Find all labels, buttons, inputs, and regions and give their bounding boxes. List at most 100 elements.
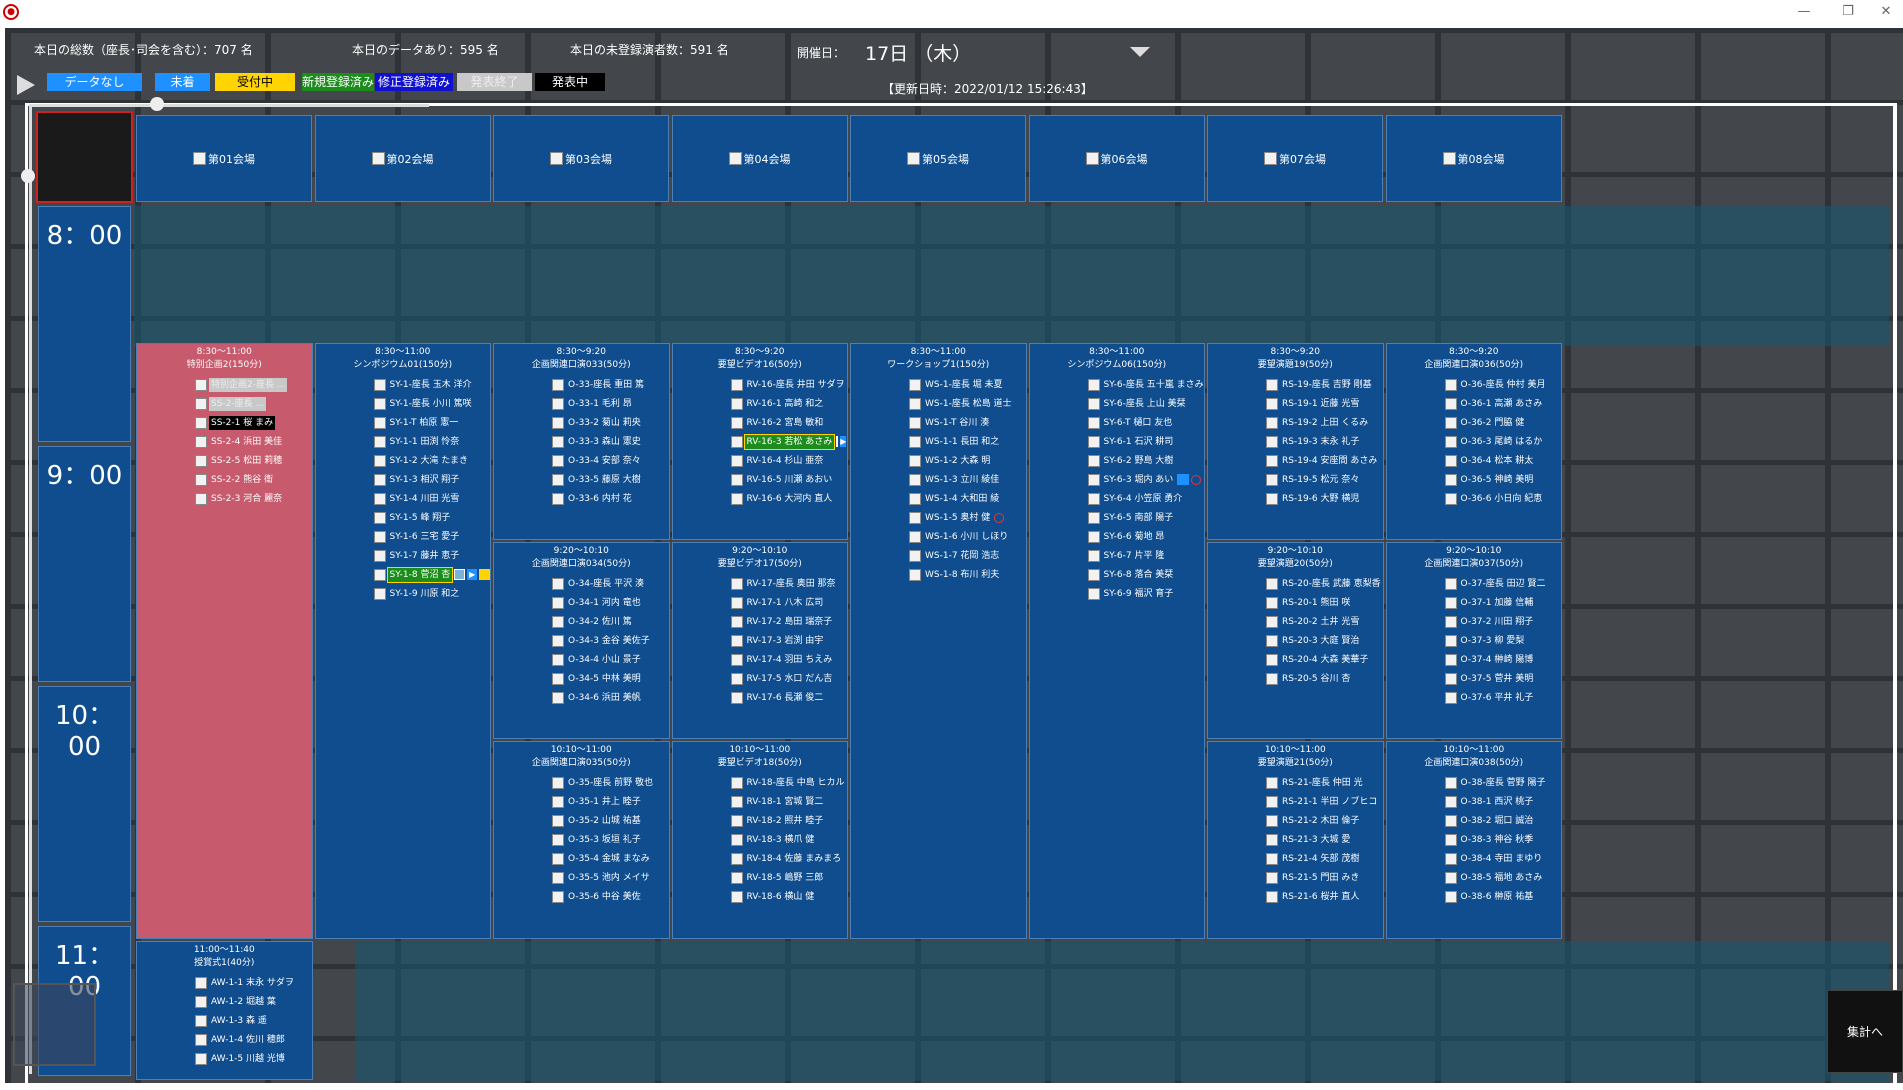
presenter-checkbox[interactable] — [195, 1052, 207, 1065]
presenter-item[interactable]: RV-17-6 長瀬 俊二 — [730, 688, 848, 707]
presenter-item[interactable]: RV-18-6 横山 健 — [730, 887, 848, 906]
presenter-item[interactable]: SY-6-6 菊地 昂 — [1087, 527, 1205, 546]
presenter-item[interactable]: SS-2-4 浜田 美佳 — [195, 432, 312, 451]
presenter-item[interactable]: O-38-座長 菅野 陽子 — [1444, 773, 1562, 792]
presenter-item[interactable]: SY-6-5 南部 陽子 — [1087, 508, 1205, 527]
presenter-checkbox[interactable] — [909, 473, 921, 486]
presenter-checkbox[interactable] — [552, 672, 564, 685]
presenter-item[interactable]: O-37-3 柳 愛梨 — [1444, 631, 1562, 650]
presenter-checkbox[interactable] — [373, 530, 386, 543]
presenter-checkbox[interactable] — [730, 890, 743, 903]
presenter-item[interactable]: SY-1-9 川原 和之 — [373, 584, 491, 603]
presenter-item[interactable]: AW-1-5 川越 光博 — [195, 1049, 312, 1068]
presenter-checkbox[interactable] — [552, 416, 564, 429]
presenter-checkbox[interactable] — [730, 596, 743, 609]
presenter-item[interactable]: 特別企画2-座長 ... — [195, 375, 312, 394]
presenter-item[interactable]: SY-6-9 福沢 育子 — [1087, 584, 1205, 603]
presenter-checkbox[interactable] — [373, 378, 386, 391]
session-block[interactable]: 8:30〜9:20 要望演題19(50分) RS-19-座長 吉野 剛基 RS-19-… — [1207, 343, 1384, 540]
venue-checkbox[interactable] — [550, 152, 563, 165]
presenter-item[interactable]: RS-19-1 近藤 光雪 — [1266, 394, 1383, 413]
presenter-checkbox[interactable] — [1444, 596, 1457, 609]
presenter-checkbox[interactable] — [1266, 378, 1278, 391]
presenter-item[interactable]: WS-1-6 小川 しほり — [909, 527, 1026, 546]
presenter-checkbox[interactable] — [909, 435, 921, 448]
presenter-item[interactable]: RV-17-4 羽田 ちえみ — [730, 650, 848, 669]
presenter-item[interactable]: SY-6-1 石沢 耕司 — [1087, 432, 1205, 451]
presenter-checkbox[interactable] — [195, 454, 207, 467]
presenter-item[interactable]: O-36-3 尾崎 はるか — [1444, 432, 1562, 451]
presenter-checkbox[interactable] — [730, 454, 743, 467]
presenter-item[interactable]: RS-20-5 谷川 杏 — [1266, 669, 1383, 688]
presenter-item[interactable]: RV-17-2 島田 瑞奈子 — [730, 612, 848, 631]
presenter-item[interactable]: RS-20-2 土井 光雪 — [1266, 612, 1383, 631]
presenter-checkbox[interactable] — [552, 596, 564, 609]
presenter-item[interactable]: SY-6-座長 五十嵐 まさみ — [1087, 375, 1205, 394]
presenter-checkbox[interactable] — [373, 397, 386, 410]
venue-header-4[interactable]: 第04会場 — [671, 115, 848, 202]
presenter-checkbox[interactable] — [1087, 549, 1100, 562]
presenter-item[interactable]: O-34-3 金谷 美佐子 — [552, 631, 669, 650]
presenter-item[interactable]: O-34-2 佐川 篤 — [552, 612, 669, 631]
presenter-checkbox[interactable] — [1266, 435, 1278, 448]
presenter-item[interactable]: SY-1-4 川田 光雪 — [373, 489, 491, 508]
presenter-checkbox[interactable] — [552, 577, 564, 590]
presenter-checkbox[interactable] — [1444, 890, 1457, 903]
session-block[interactable]: 8:30〜9:20 要望ビデオ16(50分) RV-16-座長 井田 サダヲ RV-1… — [671, 343, 848, 540]
chevron-down-icon[interactable] — [1130, 47, 1150, 57]
presenter-item[interactable]: RV-18-3 横爪 健 — [730, 830, 848, 849]
presenter-item[interactable]: O-35-1 井上 睦子 — [552, 792, 669, 811]
presenter-item[interactable]: RS-20-4 大森 美華子 — [1266, 650, 1383, 669]
session-block[interactable]: 10:10〜11:00 要望ビデオ18(50分) RV-18-座長 中島 ヒカル RV… — [671, 741, 848, 939]
presenter-item[interactable]: RV-18-座長 中島 ヒカル — [730, 773, 848, 792]
presenter-checkbox[interactable] — [730, 577, 743, 590]
presenter-item[interactable]: O-37-5 菅井 美明 — [1444, 669, 1562, 688]
presenter-checkbox[interactable] — [552, 615, 564, 628]
session-block[interactable]: 8:30〜9:20 企画関連口演036(50分) O-36-座長 仲村 美月 O-36… — [1385, 343, 1562, 540]
presenter-item[interactable]: WS-1-3 立川 綾佳 — [909, 470, 1026, 489]
zoom-slider-handle[interactable] — [150, 97, 164, 111]
presenter-checkbox[interactable] — [373, 568, 386, 581]
presenter-item[interactable]: O-35-6 中谷 美佐 — [552, 887, 669, 906]
presenter-checkbox[interactable] — [1444, 634, 1457, 647]
presenter-checkbox[interactable] — [373, 416, 386, 429]
presenter-checkbox[interactable] — [1444, 776, 1457, 789]
presenter-checkbox[interactable] — [1087, 511, 1100, 524]
presenter-item[interactable]: O-38-3 神谷 秋季 — [1444, 830, 1562, 849]
presenter-checkbox[interactable] — [1087, 378, 1100, 391]
venue-checkbox[interactable] — [1085, 152, 1099, 165]
play-icon[interactable]: ▶ — [840, 436, 847, 447]
presenter-checkbox[interactable] — [552, 890, 564, 903]
presenter-checkbox[interactable] — [195, 473, 207, 486]
presenter-item[interactable]: O-38-4 寺田 まゆり — [1444, 849, 1562, 868]
venue-checkbox[interactable] — [1264, 152, 1277, 165]
presenter-item[interactable]: RV-16-6 大河内 直人 — [730, 489, 848, 508]
presenter-item[interactable]: WS-1-1 長田 和之 — [909, 432, 1026, 451]
presenter-checkbox[interactable] — [730, 473, 743, 486]
presenter-checkbox[interactable] — [1266, 890, 1278, 903]
presenter-item[interactable]: O-36-2 門脇 健 — [1444, 413, 1562, 432]
session-block[interactable]: 9:20〜10:10 要望ビデオ17(50分) RV-17-座長 奥田 那奈 RV-1… — [671, 542, 848, 739]
presenter-checkbox[interactable] — [195, 995, 207, 1008]
presenter-item[interactable]: SS-2-座長 ... — [195, 394, 312, 413]
presenter-checkbox[interactable] — [730, 852, 743, 865]
presenter-item[interactable]: O-33-2 菊山 莉央 — [552, 413, 669, 432]
presenter-checkbox[interactable] — [1266, 634, 1278, 647]
presenter-checkbox[interactable] — [1087, 530, 1100, 543]
presenter-item[interactable]: RS-21-2 木田 倫子 — [1266, 811, 1383, 830]
presenter-checkbox[interactable] — [1444, 653, 1457, 666]
presenter-item[interactable]: RS-19-2 上田 くるみ — [1266, 413, 1383, 432]
presenter-item[interactable]: RS-19-6 大野 横児 — [1266, 489, 1383, 508]
venue-header-3[interactable]: 第03会場 — [493, 115, 669, 202]
presenter-checkbox[interactable] — [1266, 492, 1278, 505]
presenter-checkbox[interactable] — [1444, 691, 1457, 704]
presenter-item[interactable]: O-36-1 高瀬 あさみ — [1444, 394, 1562, 413]
presenter-item[interactable]: O-37-6 平井 礼子 — [1444, 688, 1562, 707]
presenter-item[interactable]: O-33-3 森山 憲史 — [552, 432, 669, 451]
presenter-item[interactable]: RS-19-座長 吉野 剛基 — [1266, 375, 1383, 394]
presenter-checkbox[interactable] — [730, 397, 743, 410]
presenter-checkbox[interactable] — [195, 976, 207, 989]
presenter-item[interactable]: O-35-2 山城 祐基 — [552, 811, 669, 830]
presenter-item[interactable]: O-33-6 内村 花 — [552, 489, 669, 508]
presenter-item[interactable]: O-34-座長 平沢 湊 — [552, 574, 669, 593]
